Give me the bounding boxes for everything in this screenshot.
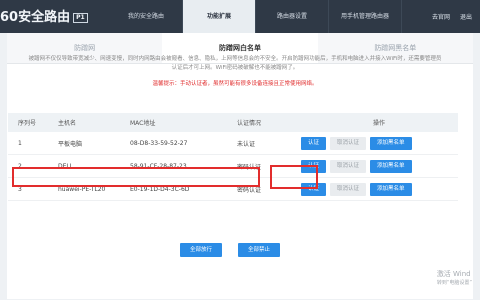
- logout-link[interactable]: 退出: [460, 14, 472, 21]
- button-highlight-annotation: [270, 165, 318, 189]
- logo: 60安全路由 P1: [0, 6, 102, 26]
- device-table: 序列号 主机名 MAC地址 认证情况 操作 1 平板电脑 08-D8-33-59…: [8, 113, 458, 201]
- nav-extensions[interactable]: 功能扩展: [183, 0, 256, 33]
- nav-mobile-manage[interactable]: 用手机管理路由器: [329, 0, 402, 33]
- row-highlight-annotation: [12, 167, 260, 187]
- nav-router-settings[interactable]: 路由器设置: [256, 0, 329, 33]
- user-area: 去官网 退出: [432, 12, 472, 21]
- main-nav: 我的安全路由 功能扩展 路由器设置 用手机管理路由器: [110, 0, 402, 33]
- row-mac: 08-D8-33-59-52-27: [129, 132, 236, 155]
- official-site-link[interactable]: 去官网: [432, 14, 450, 21]
- warning-text: 温馨提示：手动认证者，虽然可能有很多设备连接且正常使用网络。: [152, 81, 318, 87]
- add-blacklist-button[interactable]: 添加黑名单: [370, 136, 412, 150]
- row-actions: 认证 取消认证 添加黑名单: [300, 132, 458, 155]
- table-row: 1 平板电脑 08-D8-33-59-52-27 未认证 认证 取消认证 添加黑名单: [8, 132, 458, 155]
- row-host: 平板电脑: [57, 132, 129, 155]
- authenticate-button[interactable]: 认证: [301, 136, 327, 150]
- description-text: 被蹭网不仅仅导致带宽减少、网速变慢，同时内网路由会被窥看、信息、隐私，上网等信息…: [28, 56, 442, 71]
- col-mac: MAC地址: [129, 113, 236, 132]
- row-actions: 认证 取消认证 添加黑名单: [300, 154, 458, 178]
- logo-badge: P1: [73, 12, 88, 23]
- add-blacklist-button[interactable]: 添加黑名单: [370, 182, 412, 196]
- col-actions: 操作: [300, 113, 458, 132]
- bottom-actions: 全部放行 全部禁止: [180, 243, 296, 257]
- col-host: 主机名: [57, 113, 129, 132]
- block-all-button[interactable]: 全部禁止: [238, 243, 281, 257]
- col-index: 序列号: [8, 113, 57, 132]
- row-index: 1: [8, 132, 57, 155]
- watermark-line1: 激活 Wind: [436, 270, 471, 278]
- row-actions: 认证 取消认证 添加黑名单: [300, 177, 458, 201]
- col-status: 认证情况: [236, 113, 300, 132]
- cancel-auth-button[interactable]: 取消认证: [330, 159, 367, 173]
- row-status: 未认证: [236, 132, 300, 155]
- cancel-auth-button[interactable]: 取消认证: [330, 136, 367, 150]
- activation-watermark: 激活 Wind 转到“电脑设置”: [437, 270, 472, 288]
- cancel-auth-button[interactable]: 取消认证: [330, 182, 367, 196]
- add-blacklist-button[interactable]: 添加黑名单: [370, 159, 412, 173]
- watermark-line2: 转到“电脑设置”: [436, 280, 472, 286]
- top-bar: 60安全路由 P1 我的安全路由 功能扩展 路由器设置 用手机管理路由器 去官网 …: [0, 0, 480, 33]
- logo-text: 60安全路由: [0, 10, 71, 25]
- nav-my-router[interactable]: 我的安全路由: [110, 0, 183, 33]
- table-header: 序列号 主机名 MAC地址 认证情况 操作: [8, 113, 458, 132]
- allow-all-button[interactable]: 全部放行: [180, 243, 223, 257]
